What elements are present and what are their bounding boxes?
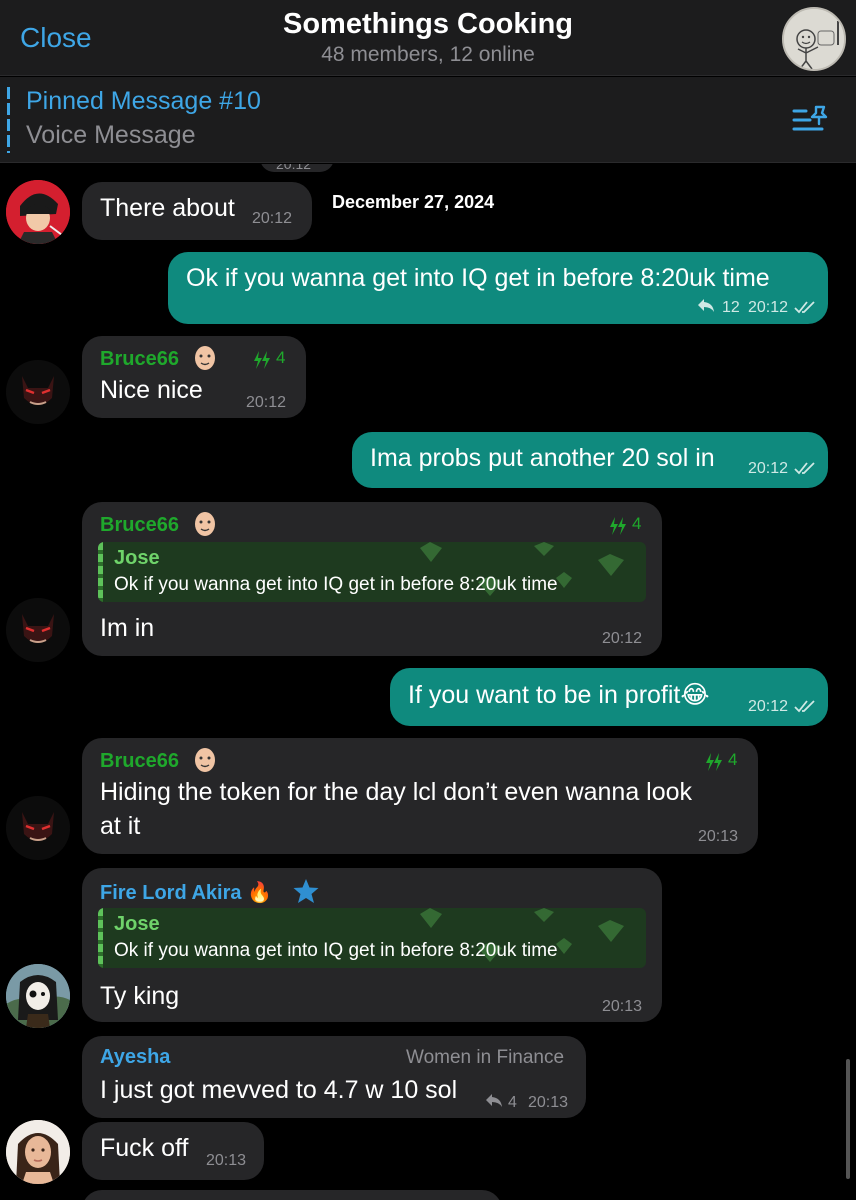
- message-time: 20:12: [252, 210, 293, 227]
- message-text: Hiding the token for the day lcl don’t e…: [100, 778, 693, 806]
- message-time: 20:13: [206, 1152, 247, 1169]
- date-header: December 27, 2024: [332, 192, 495, 212]
- boost-count: 4: [632, 514, 642, 533]
- boost-icon: [704, 752, 724, 777]
- message-time: 20:13: [528, 1094, 569, 1111]
- sender-name[interactable]: Bruce66: [100, 348, 179, 371]
- message-bubble-outgoing[interactable]: Ima probs put another 20 sol in 20:12: [352, 432, 828, 488]
- message-text: Ima probs put another 20 sol in: [370, 444, 715, 472]
- boost-icon: [608, 516, 628, 541]
- reply-count: 4: [508, 1094, 517, 1111]
- message-time: 20:12: [748, 299, 789, 316]
- message-text: Ty king: [100, 982, 180, 1010]
- message-list[interactable]: 20:12 There about 20:12 December 27, 202…: [0, 164, 856, 1200]
- emoji-status-icon: [192, 510, 218, 543]
- message-time: 20:12: [246, 394, 287, 411]
- reply-sender: Jose: [114, 913, 160, 935]
- avatar[interactable]: [6, 964, 70, 1028]
- pinned-message-bar[interactable]: Pinned Message #10 Voice Message: [0, 77, 856, 163]
- message-bubble[interactable]: Ayesha Women in Finance I just got mevve…: [82, 1036, 586, 1118]
- message-text: Im in: [100, 614, 155, 642]
- pinned-subtitle: Voice Message: [26, 121, 196, 149]
- sender-name[interactable]: Ayesha: [100, 1046, 170, 1069]
- message-bubble[interactable]: Bruce66 4 Nice nice 20:12: [82, 336, 306, 418]
- message-text: at it: [100, 812, 141, 840]
- reply-icon: [484, 1092, 504, 1113]
- message-time: 20:13: [602, 998, 643, 1015]
- read-check-icon: [794, 699, 816, 718]
- reply-icon: [696, 297, 716, 318]
- message-bubble[interactable]: Bruce66 4 Jose Ok if you wanna get into …: [82, 502, 662, 656]
- message-bubble[interactable]: [82, 1190, 502, 1200]
- message-text: There about: [100, 194, 235, 222]
- message-text: If you want to be in profit😂: [408, 681, 710, 709]
- message-text: Fuck off: [100, 1134, 189, 1162]
- avatar[interactable]: [6, 180, 70, 244]
- message-bubble[interactable]: There about 20:12: [82, 182, 312, 240]
- read-check-icon: [794, 461, 816, 480]
- reply-sender: Jose: [114, 547, 160, 569]
- chat-title: Somethings Cooking: [283, 8, 573, 40]
- emoji-status-icon: [192, 746, 218, 779]
- boost-count: 4: [728, 750, 738, 769]
- message-time: 20:12: [276, 164, 312, 172]
- read-check-icon: [794, 300, 816, 319]
- reply-count: 12: [722, 299, 740, 316]
- reply-quote[interactable]: Jose Ok if you wanna get into IQ get in …: [98, 542, 646, 602]
- message-time: 20:12: [748, 698, 789, 715]
- message-bubble[interactable]: Bruce66 4 Hiding the token for the day l…: [82, 738, 758, 854]
- reply-quote[interactable]: Jose Ok if you wanna get into IQ get in …: [98, 908, 646, 968]
- message-bubble-outgoing[interactable]: If you want to be in profit😂 20:12: [390, 668, 828, 726]
- reply-text: Ok if you wanna get into IQ get in befor…: [114, 574, 558, 595]
- member-tag: Women in Finance: [406, 1047, 565, 1068]
- message-bubble[interactable]: Fuck off 20:13: [82, 1122, 264, 1180]
- pinned-list-icon[interactable]: [792, 103, 830, 140]
- message-time: 20:12: [748, 460, 789, 477]
- message-bubble-outgoing[interactable]: Ok if you wanna get into IQ get in befor…: [168, 252, 828, 324]
- pinned-indicator: [7, 87, 10, 153]
- message-text: I just got mevved to 4.7 w 10 sol: [100, 1076, 458, 1104]
- group-avatar[interactable]: [782, 7, 846, 71]
- boost-icon: [252, 350, 272, 375]
- avatar[interactable]: [6, 796, 70, 860]
- message-text: Nice nice: [100, 376, 203, 404]
- sender-name[interactable]: Fire Lord Akira 🔥: [100, 880, 272, 905]
- avatar[interactable]: [6, 1120, 70, 1184]
- chat-header: Close Somethings Cooking 48 members, 12 …: [0, 0, 856, 76]
- message-bubble[interactable]: Fire Lord Akira 🔥 Jose Ok if you wanna g…: [82, 868, 662, 1022]
- message-time: 20:12: [602, 630, 643, 647]
- message-text: Ok if you wanna get into IQ get in befor…: [186, 264, 770, 292]
- avatar[interactable]: [6, 360, 70, 424]
- avatar[interactable]: [6, 598, 70, 662]
- pinned-title: Pinned Message #10: [26, 87, 261, 115]
- reply-text: Ok if you wanna get into IQ get in befor…: [114, 940, 558, 961]
- message-time: 20:13: [698, 828, 739, 845]
- emoji-status-icon: [192, 344, 218, 377]
- sender-name[interactable]: Bruce66: [100, 750, 179, 773]
- boost-count: 4: [276, 348, 286, 367]
- scrollbar[interactable]: [846, 1059, 850, 1179]
- member-count: 48 members, 12 online: [321, 43, 535, 66]
- sender-name[interactable]: Bruce66: [100, 514, 179, 537]
- star-icon: [292, 878, 320, 909]
